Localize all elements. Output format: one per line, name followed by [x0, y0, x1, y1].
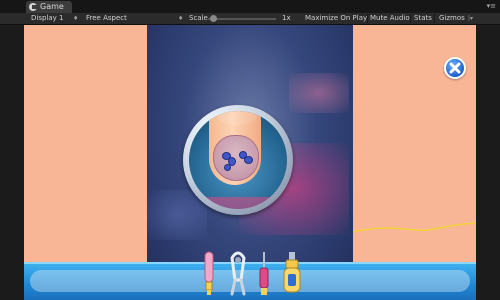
- toolbar-divider: [367, 14, 368, 23]
- finger: [209, 111, 261, 185]
- aspect-dropdown-arrow-icon: ♦: [178, 15, 184, 22]
- scale-label: Scale: [189, 14, 208, 22]
- scale-slider[interactable]: [208, 18, 276, 20]
- tab-game[interactable]: Game: [26, 1, 72, 13]
- magnified-nail-view[interactable]: [189, 111, 287, 209]
- clipper-icon[interactable]: [227, 250, 249, 296]
- close-icon: [449, 62, 461, 74]
- spray-icon[interactable]: [282, 252, 302, 296]
- close-button[interactable]: [444, 57, 466, 79]
- toolbar-divider: [410, 14, 411, 23]
- fingernail[interactable]: [213, 135, 259, 181]
- lens-bottom-glow: [189, 197, 287, 209]
- scale-slider-handle[interactable]: [210, 15, 217, 22]
- tab-game-label: Game: [40, 2, 64, 11]
- magnifier-lens-frame: [183, 105, 293, 215]
- tray-highlight: [30, 270, 470, 292]
- scale-value: 1x: [282, 14, 291, 22]
- display-dropdown[interactable]: Display 1: [31, 13, 63, 24]
- pink-pusher-icon[interactable]: [202, 250, 216, 296]
- gizmos-dropdown[interactable]: Gizmos: [439, 13, 465, 24]
- game-tab-icon: [29, 3, 37, 11]
- game-toolbar: Display 1 ♦ Free Aspect ♦ Scale 1x Maxim…: [0, 13, 500, 25]
- nail-stain[interactable]: [244, 156, 253, 164]
- nail-stain[interactable]: [224, 164, 231, 171]
- tool-tray: [24, 262, 476, 300]
- maximize-on-play-toggle[interactable]: Maximize On Play: [305, 13, 367, 24]
- finger-highlight: [217, 111, 257, 125]
- yellow-thread-line: [353, 222, 476, 233]
- toolbar-divider: [434, 14, 435, 23]
- tab-bar: Game ▾≡: [0, 0, 500, 13]
- background-glow: [289, 73, 349, 113]
- file-icon[interactable]: [258, 252, 270, 296]
- display-dropdown-arrow-icon: ♦: [73, 15, 79, 22]
- gizmos-dropdown-arrow-icon: |▾: [468, 15, 474, 22]
- stats-toggle[interactable]: Stats: [414, 13, 432, 24]
- tab-options-icon[interactable]: ▾≡: [487, 2, 496, 10]
- aspect-dropdown[interactable]: Free Aspect: [86, 13, 127, 24]
- unity-game-view: Game ▾≡ Display 1 ♦ Free Aspect ♦ Scale …: [0, 0, 500, 300]
- mute-audio-toggle[interactable]: Mute Audio: [370, 13, 410, 24]
